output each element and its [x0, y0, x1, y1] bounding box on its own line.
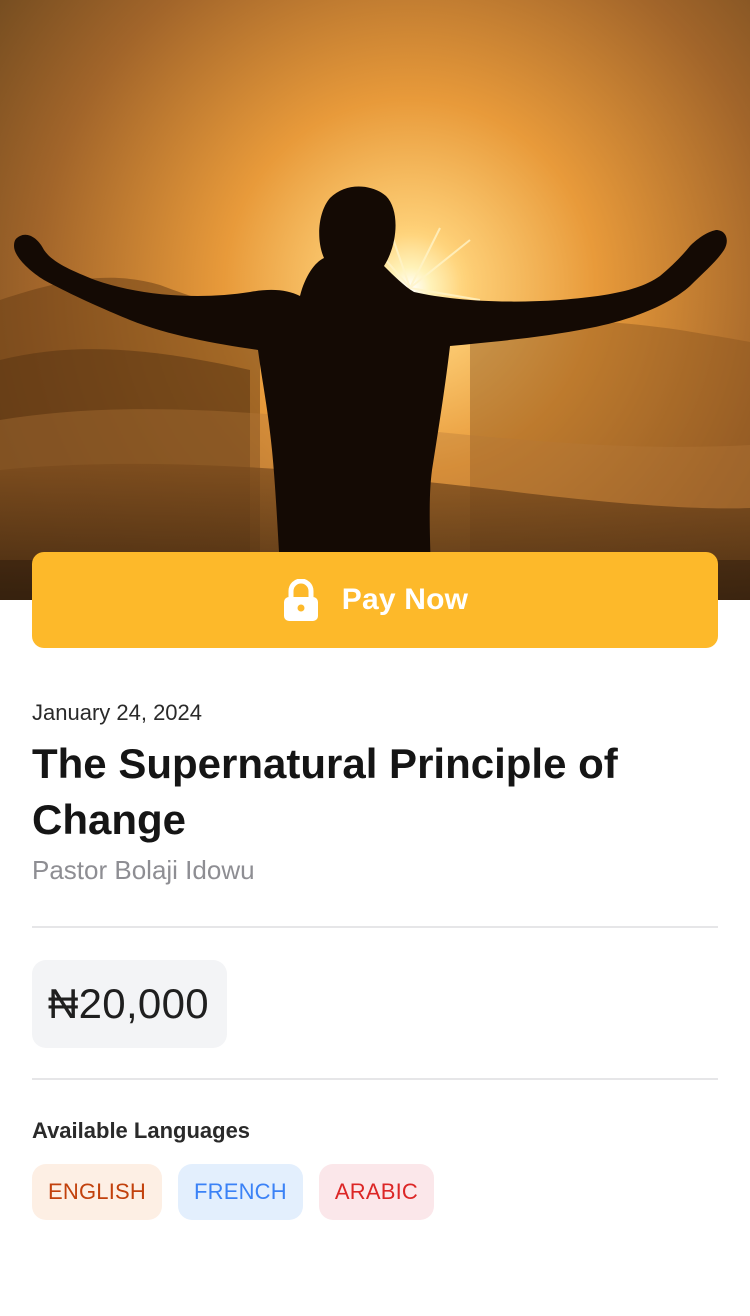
- speaker-name: Pastor Bolaji Idowu: [32, 855, 255, 885]
- price-badge: ₦20,000: [32, 960, 227, 1048]
- hero-image: [0, 0, 750, 600]
- divider: [32, 926, 718, 928]
- languages-heading: Available Languages: [32, 1118, 251, 1143]
- language-chip-english[interactable]: ENGLISH: [32, 1164, 162, 1220]
- sermon-date: January 24, 2024: [32, 700, 203, 725]
- price-value: ₦20,000: [48, 980, 209, 1027]
- sermon-title: The Supernatural Principle of Change: [32, 740, 618, 843]
- language-chip-arabic[interactable]: ARABIC: [318, 1164, 434, 1220]
- language-chip-list: ENGLISH FRENCH ARABIC: [32, 1164, 434, 1220]
- language-chip-french[interactable]: FRENCH: [177, 1164, 303, 1220]
- lock-icon: [283, 579, 318, 621]
- pay-now-button[interactable]: Pay Now: [32, 552, 718, 648]
- pay-now-label: Pay Now: [341, 583, 469, 616]
- divider: [32, 1078, 718, 1080]
- sunrise-hero-image: [0, 0, 750, 600]
